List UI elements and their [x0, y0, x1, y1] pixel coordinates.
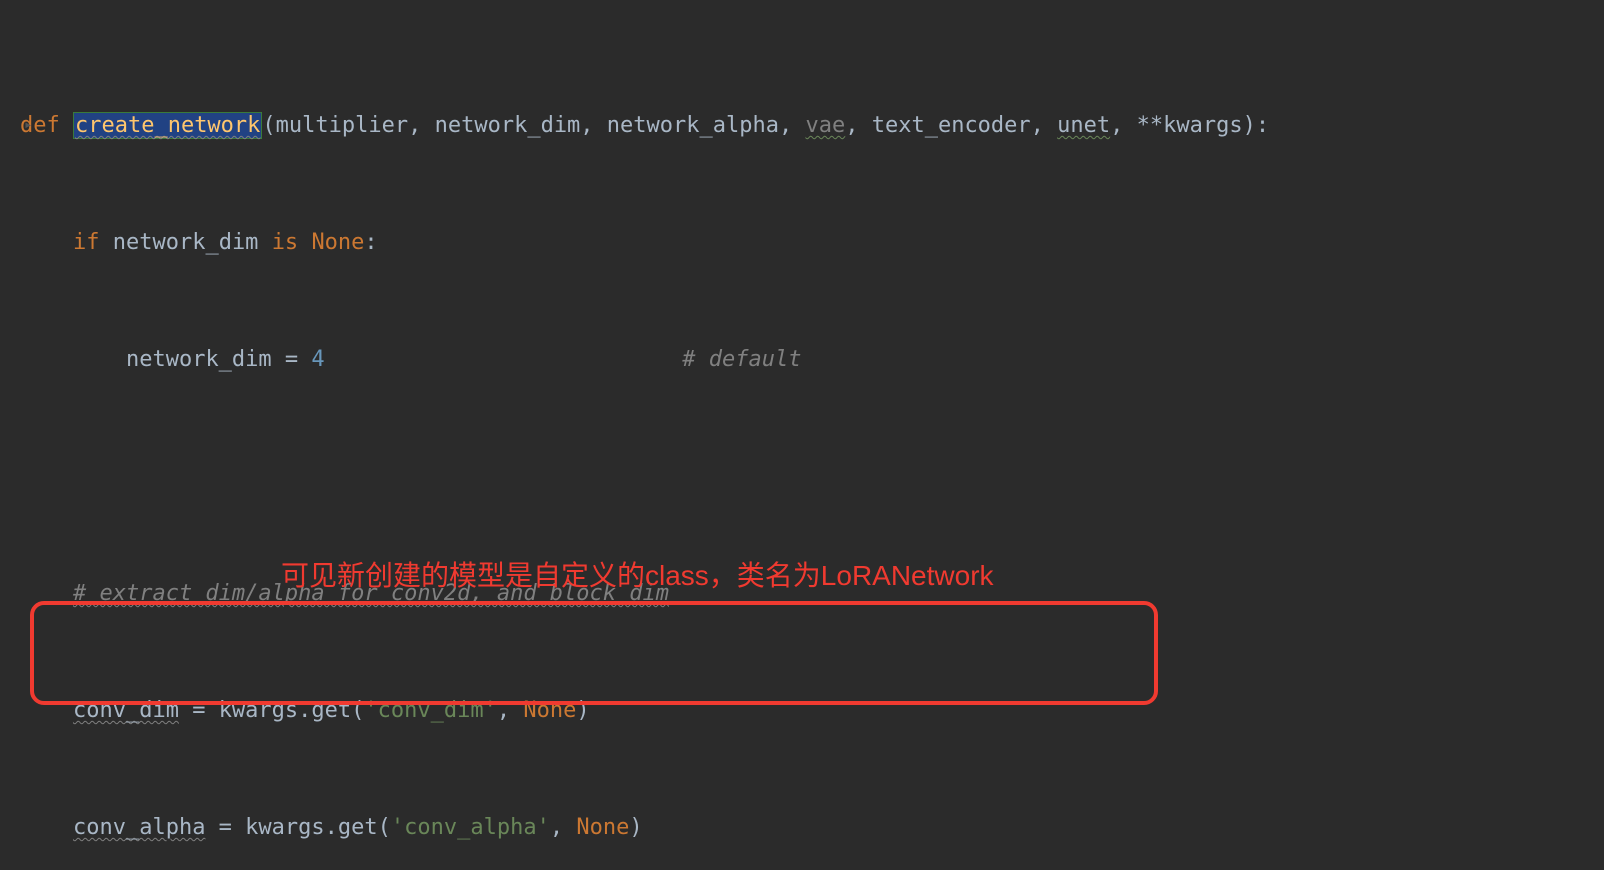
string: 'conv_dim'	[364, 698, 496, 723]
code-line[interactable]: conv_alpha = kwargs.get('conv_alpha', No…	[20, 808, 1604, 847]
code: = kwargs.get(	[179, 698, 364, 723]
code-line[interactable]: conv_dim = kwargs.get('conv_dim', None)	[20, 691, 1604, 730]
keyword-none: None	[523, 698, 576, 723]
params: , text_encoder,	[845, 113, 1057, 138]
identifier: conv_alpha	[73, 815, 205, 840]
param-unused: vae	[805, 113, 845, 138]
params: , **kwargs):	[1110, 113, 1269, 138]
keyword-none: None	[311, 230, 364, 255]
function-name[interactable]: create_network	[73, 112, 262, 139]
punct: )	[629, 815, 642, 840]
annotation-box	[30, 601, 1158, 705]
identifier: conv_dim	[73, 698, 179, 723]
fold-icon[interactable]: ▸	[24, 106, 32, 145]
code-line[interactable]: if network_dim is None:	[20, 223, 1604, 262]
punct: :	[364, 230, 377, 255]
keyword-is: is	[272, 230, 312, 255]
identifier: network_dim	[113, 230, 272, 255]
param: unet	[1057, 113, 1110, 138]
keyword-none: None	[576, 815, 629, 840]
punct: ,	[497, 698, 524, 723]
keyword-if: if	[73, 230, 113, 255]
params: (multiplier, network_dim, network_alpha,	[262, 113, 805, 138]
blank-line	[20, 457, 1604, 496]
code-line[interactable]: network_dim = 4 # default	[20, 340, 1604, 379]
code-line[interactable]: ▸def create_network(multiplier, network_…	[20, 106, 1604, 145]
punct: )	[576, 698, 589, 723]
number: 4	[311, 347, 324, 372]
identifier: network_dim =	[126, 347, 311, 372]
code-editor[interactable]: ▸def create_network(multiplier, network_…	[0, 0, 1604, 870]
punct: ,	[550, 815, 577, 840]
string: 'conv_alpha'	[391, 815, 550, 840]
code: = kwargs.get(	[205, 815, 390, 840]
comment: # default	[682, 347, 801, 372]
annotation-text: 可见新创建的模型是自定义的class，类名为LoRANetwork	[281, 556, 994, 595]
